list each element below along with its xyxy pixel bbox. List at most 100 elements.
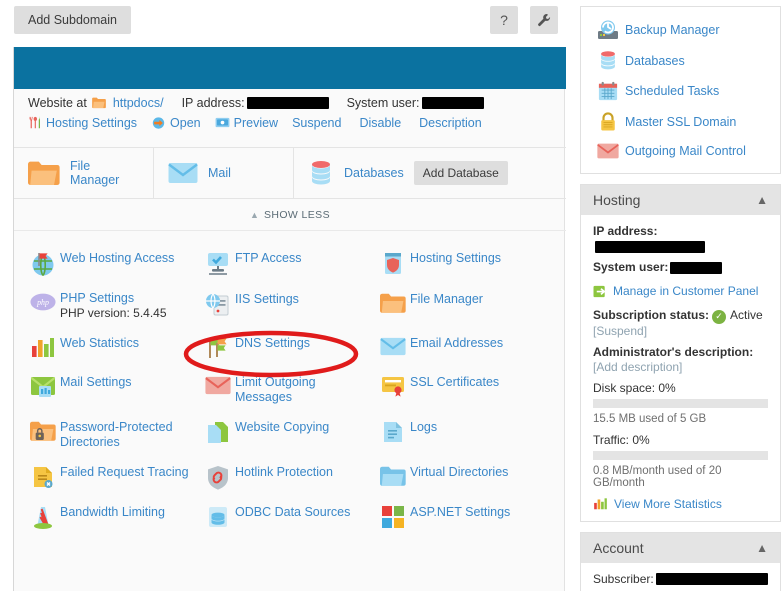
hosting-ip-redacted [595, 240, 705, 253]
docroot-link[interactable]: httpdocs/ [113, 96, 164, 110]
tool-php-settings[interactable]: php PHP Settings PHP version: 5.4.45 [26, 284, 201, 328]
tool-ftp-access[interactable]: FTP Access [201, 243, 376, 284]
tools-grid: Web Hosting Access FTP Access Hosting Se… [14, 233, 566, 536]
show-less-toggle[interactable]: ▲ SHOW LESS [14, 199, 566, 231]
tool-hotlink-protection[interactable]: Hotlink Protection [201, 457, 376, 497]
tool-dns-settings[interactable]: DNS Settings [201, 328, 376, 367]
tool-label: Virtual Directories [410, 465, 509, 479]
top-toolbar: Add Subdomain ? [0, 0, 570, 46]
php-icon: php [26, 291, 60, 312]
tool-logs[interactable]: Logs [376, 412, 551, 457]
view-more-statistics-row[interactable]: View More Statistics [593, 497, 768, 511]
tool-failed-request-tracing[interactable]: Failed Request Tracing [26, 457, 201, 497]
chevron-up-icon[interactable]: ▲ [756, 541, 768, 555]
globe-flag-icon [26, 250, 60, 277]
site-identity-line: Website at httpdocs/ IP address: System … [28, 96, 552, 110]
tool-ssl-certificates[interactable]: SSL Certificates [376, 367, 551, 412]
bar-chart-icon [26, 335, 60, 358]
subscription-status-value: Active [730, 308, 763, 322]
tool-label: Web Hosting Access [60, 251, 175, 265]
tool-label: Web Statistics [60, 336, 139, 350]
calendar-icon [595, 81, 621, 101]
hosting-panel-title: Hosting [593, 192, 641, 208]
php-version-text: PHP version: 5.4.45 [60, 306, 167, 320]
folder-orange-icon [28, 160, 60, 186]
hosting-panel: Hosting ▲ IP address: System user: Manag… [580, 184, 781, 522]
envelope-blue-icon [168, 161, 198, 185]
tool-bandwidth-limiting[interactable]: Bandwidth Limiting [26, 497, 201, 536]
tool-aspnet-settings[interactable]: ASP.NET Settings [376, 497, 551, 536]
manage-customer-panel-row[interactable]: Manage in Customer Panel [593, 284, 768, 299]
hosting-system-user-redacted [670, 261, 723, 274]
envelope-red-icon [201, 374, 235, 396]
subscriber-row: Subscriber: [593, 572, 768, 587]
copy-pages-icon [201, 419, 235, 444]
manage-customer-panel-link[interactable]: Manage in Customer Panel [613, 284, 758, 299]
hosting-panel-header[interactable]: Hosting ▲ [581, 185, 780, 215]
document-error-icon [26, 464, 60, 489]
account-panel-header[interactable]: Account ▲ [581, 532, 780, 563]
action-preview[interactable]: Preview [215, 116, 278, 130]
tool-virtual-directories[interactable]: Virtual Directories [376, 457, 551, 497]
tool-password-protected-directories[interactable]: Password-Protected Directories [26, 412, 201, 457]
action-open[interactable]: Open [151, 116, 201, 130]
bar-chart-icon [593, 497, 608, 510]
quick-databases[interactable]: Databases Add Database [294, 148, 522, 198]
tool-label: PHP Settings [60, 291, 135, 305]
tools-grid-row: Web Hosting Access FTP Access Hosting Se… [14, 243, 566, 284]
action-description[interactable]: Description [419, 116, 482, 130]
action-hosting-settings[interactable]: Hosting Settings [28, 116, 137, 130]
wrench-icon [538, 14, 551, 27]
tool-hosting-settings[interactable]: Hosting Settings [376, 243, 551, 284]
tool-website-copying[interactable]: Website Copying [201, 412, 376, 457]
svg-text:php: php [36, 298, 49, 307]
tool-label: Mail Settings [60, 375, 132, 389]
tool-web-statistics[interactable]: Web Statistics [26, 328, 201, 367]
tool-iis-settings[interactable]: IIS Settings [201, 284, 376, 328]
sidebar-links-panel: Backup Manager Databases Scheduled Tasks [580, 6, 781, 174]
iis-server-icon [201, 291, 235, 318]
suspend-link[interactable]: [Suspend] [593, 324, 647, 338]
action-suspend[interactable]: Suspend [292, 116, 341, 130]
chevron-up-icon[interactable]: ▲ [756, 193, 768, 207]
sidebar-item-backup-manager[interactable]: Backup Manager [581, 15, 780, 45]
help-button[interactable]: ? [490, 6, 518, 34]
sidebar-item-master-ssl-domain[interactable]: Master SSL Domain [581, 106, 780, 137]
action-label: Preview [233, 116, 279, 130]
chevron-up-icon: ▲ [250, 209, 259, 220]
hosting-system-user-row: System user: [593, 260, 768, 275]
tool-limit-outgoing-messages[interactable]: Limit Outgoing Messages [201, 367, 376, 412]
tool-label: FTP Access [235, 251, 302, 265]
quick-file-manager[interactable]: File Manager [14, 148, 154, 198]
add-subdomain-button[interactable]: Add Subdomain [14, 6, 131, 34]
sidebar-item-outgoing-mail-control[interactable]: Outgoing Mail Control [581, 137, 780, 165]
tool-label: ASP.NET Settings [410, 505, 511, 519]
add-description-link[interactable]: [Add description] [593, 360, 682, 374]
tool-label: Hosting Settings [410, 251, 502, 265]
tool-odbc-data-sources[interactable]: ODBC Data Sources [201, 497, 376, 536]
tool-label: IIS Settings [235, 292, 299, 306]
tools-grid-row: Password-Protected Directories Website C… [14, 412, 566, 457]
account-panel-title: Account [593, 539, 644, 556]
sidebar-item-databases[interactable]: Databases [581, 45, 780, 76]
check-circle-icon: ✓ [712, 309, 727, 324]
odbc-database-icon [201, 504, 235, 529]
tool-file-manager[interactable]: File Manager [376, 284, 551, 328]
tool-label: Failed Request Tracing [60, 465, 189, 479]
tools-icon [28, 116, 42, 130]
system-user-redacted [421, 97, 484, 109]
folder-blue-icon [376, 464, 410, 487]
tool-web-hosting-access[interactable]: Web Hosting Access [26, 243, 201, 284]
quick-mail[interactable]: Mail [154, 148, 294, 198]
sidebar-item-scheduled-tasks[interactable]: Scheduled Tasks [581, 76, 780, 106]
quick-access-toolbar: File Manager Mail Databases Add Database [14, 147, 566, 199]
settings-wrench-button[interactable] [530, 6, 558, 34]
add-database-button[interactable]: Add Database [413, 161, 508, 185]
action-disable[interactable]: Disable [359, 116, 401, 130]
tool-email-addresses[interactable]: Email Addresses [376, 328, 551, 367]
site-actions: Hosting Settings Open Preview Suspend Di… [28, 116, 552, 130]
tools-grid-row: Mail Settings Limit Outgoing Messages SS… [14, 367, 566, 412]
folder-orange-icon [376, 291, 410, 314]
tool-mail-settings[interactable]: Mail Settings [26, 367, 201, 412]
view-more-statistics-link[interactable]: View More Statistics [614, 497, 722, 511]
